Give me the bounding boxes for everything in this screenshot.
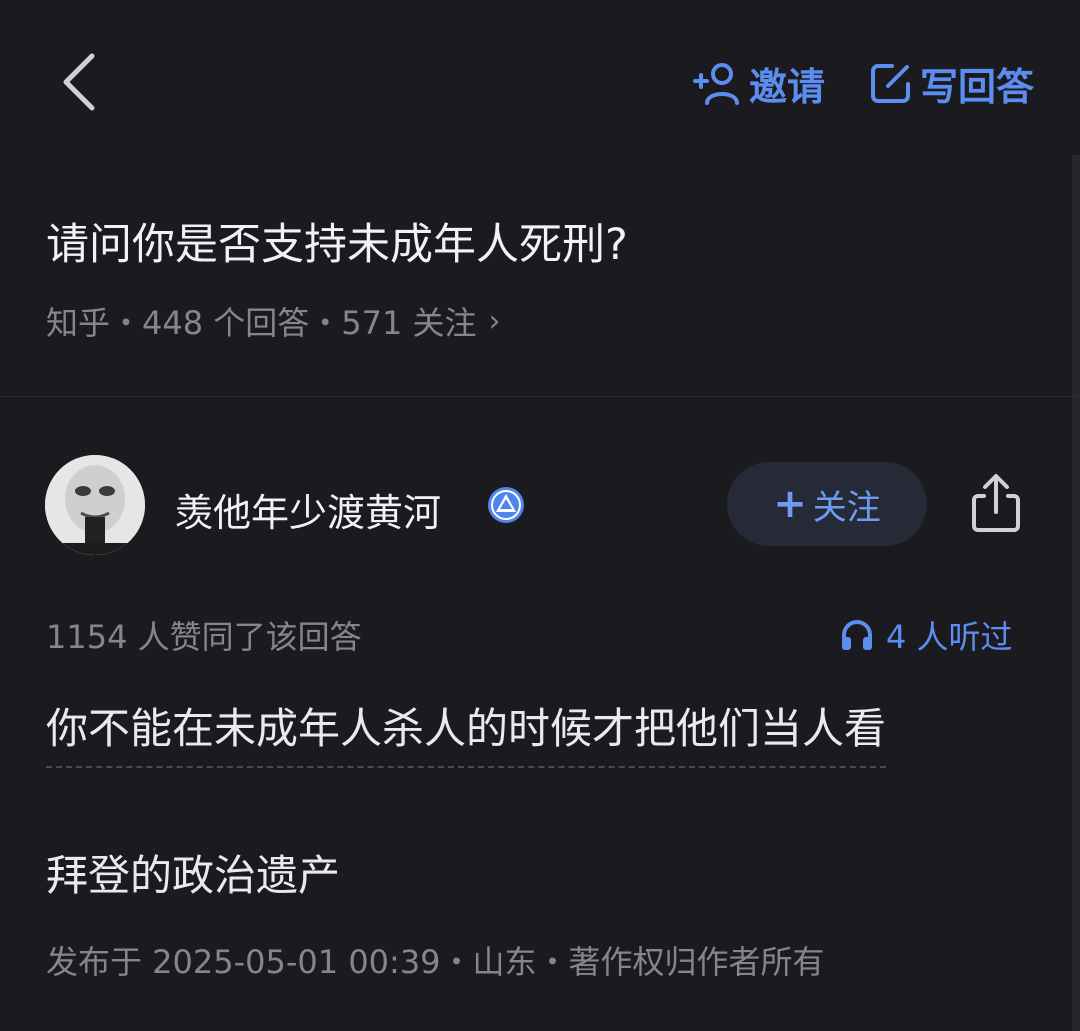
question-title[interactable]: 请问你是否支持未成年人死刑? bbox=[46, 210, 628, 272]
write-answer-button[interactable]: 写回答 bbox=[870, 58, 1035, 109]
invite-button[interactable]: 邀请 bbox=[693, 58, 826, 109]
back-button[interactable] bbox=[50, 50, 110, 114]
verified-badge-icon bbox=[486, 485, 526, 525]
question-meta-text: 知乎・448 个回答・571 关注 bbox=[46, 304, 477, 342]
share-icon bbox=[972, 474, 1020, 532]
top-navigation-bar: 邀请 写回答 bbox=[0, 0, 1080, 160]
scrollbar[interactable] bbox=[1072, 155, 1080, 1031]
meme-face-avatar-icon bbox=[45, 455, 145, 555]
chevron-right-icon: › bbox=[488, 303, 501, 339]
invite-label: 邀请 bbox=[749, 64, 826, 109]
chevron-left-icon bbox=[63, 53, 95, 111]
headphones-icon bbox=[840, 619, 874, 651]
author-name[interactable]: 羡他年少渡黄河 bbox=[175, 482, 441, 537]
section-divider bbox=[0, 396, 1080, 397]
vote-count: 1154 人赞同了该回答 bbox=[46, 618, 362, 656]
author-row: 羡他年少渡黄河 + 关注 bbox=[0, 450, 1080, 560]
follow-label: 关注 bbox=[812, 487, 881, 528]
listen-count[interactable]: 4 人听过 bbox=[840, 612, 1013, 658]
edit-icon bbox=[870, 62, 912, 104]
publish-info: 发布于 2025-05-01 00:39・山东・著作权归作者所有 bbox=[46, 943, 825, 981]
author-avatar[interactable] bbox=[45, 455, 145, 555]
answer-paragraph-1[interactable]: 你不能在未成年人杀人的时候才把他们当人看 bbox=[46, 695, 887, 768]
follow-button[interactable]: + 关注 bbox=[727, 462, 927, 546]
listen-label: 4 人听过 bbox=[886, 618, 1013, 656]
add-user-icon bbox=[693, 61, 741, 105]
write-answer-label: 写回答 bbox=[920, 64, 1035, 109]
answer-paragraph-2: 拜登的政治遗产 bbox=[46, 851, 341, 900]
question-meta[interactable]: 知乎・448 个回答・571 关注 › bbox=[46, 298, 501, 344]
plus-icon: + bbox=[773, 481, 807, 527]
share-button[interactable] bbox=[966, 472, 1026, 534]
